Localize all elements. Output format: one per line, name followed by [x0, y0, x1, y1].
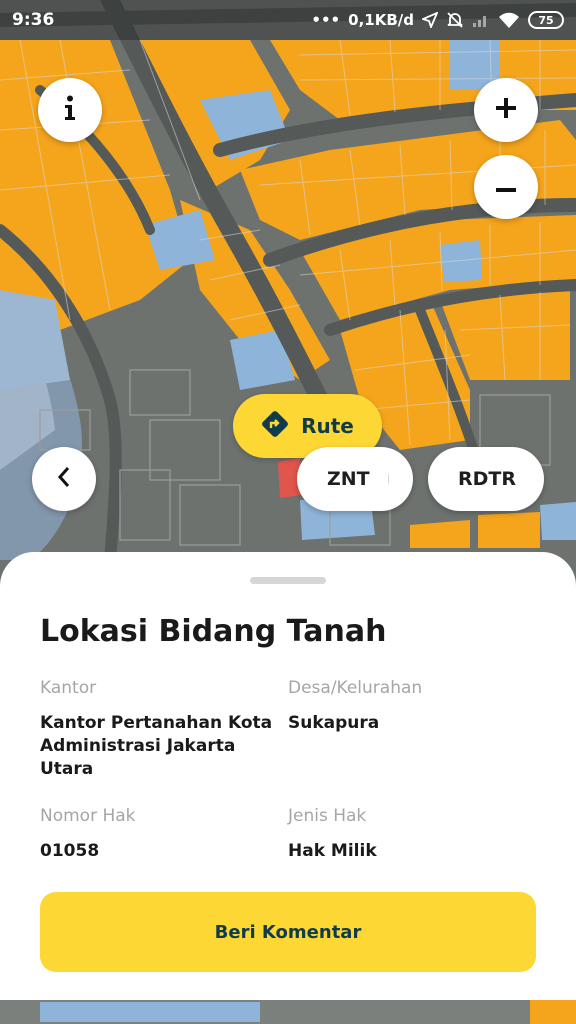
znt-label: ZNT	[327, 468, 370, 490]
info-button[interactable]	[38, 78, 102, 142]
kantor-value: Kantor Pertanahan Kota Administrasi Jaka…	[40, 713, 273, 779]
status-time: 9:36	[12, 10, 55, 30]
alarm-off-icon	[446, 11, 464, 29]
parcel-info-sheet: Lokasi Bidang Tanah Kantor Kantor Pertan…	[0, 552, 576, 1000]
nomor-hak-field: Nomor Hak 01058	[40, 806, 280, 863]
zoom-in-button[interactable]	[474, 78, 538, 142]
nomor-hak-label: Nomor Hak	[40, 806, 136, 826]
status-dots: •••	[311, 11, 341, 29]
kantor-label: Kantor	[40, 678, 97, 698]
back-button[interactable]	[32, 447, 96, 511]
jenis-hak-label: Jenis Hak	[288, 806, 367, 826]
network-speed: 0,1KB/d	[348, 11, 414, 29]
desa-label: Desa/Kelurahan	[288, 678, 423, 698]
zoom-out-button[interactable]	[474, 155, 538, 219]
jenis-hak-field: Jenis Hak Hak Milik	[288, 806, 528, 863]
desa-field: Desa/Kelurahan Sukapura	[288, 678, 528, 735]
plus-icon	[495, 97, 517, 123]
rdtr-toggle[interactable]: RDTR	[428, 447, 544, 511]
minus-icon	[495, 178, 517, 197]
kantor-field: Kantor Kantor Pertanahan Kota Administra…	[40, 678, 280, 781]
desa-value: Sukapura	[288, 713, 380, 733]
signal-icon	[472, 12, 490, 28]
rdtr-label: RDTR	[458, 468, 516, 490]
znt-status-dot	[387, 473, 389, 485]
route-icon	[261, 410, 289, 443]
chevron-left-icon	[57, 466, 71, 492]
jenis-hak-value: Hak Milik	[288, 841, 377, 861]
location-icon	[422, 12, 438, 28]
znt-toggle[interactable]: ZNT	[297, 447, 413, 511]
battery-indicator: 75	[528, 11, 564, 29]
sheet-title: Lokasi Bidang Tanah	[40, 614, 387, 649]
nomor-hak-value: 01058	[40, 841, 100, 861]
info-icon	[63, 95, 77, 125]
wifi-icon	[498, 12, 520, 28]
route-label: Rute	[301, 414, 354, 438]
status-bar: 9:36 ••• 0,1KB/d 75	[0, 0, 576, 40]
sheet-drag-handle[interactable]	[250, 577, 326, 584]
beri-komentar-button[interactable]: Beri Komentar	[40, 892, 536, 972]
status-icons: ••• 0,1KB/d 75	[311, 11, 564, 29]
